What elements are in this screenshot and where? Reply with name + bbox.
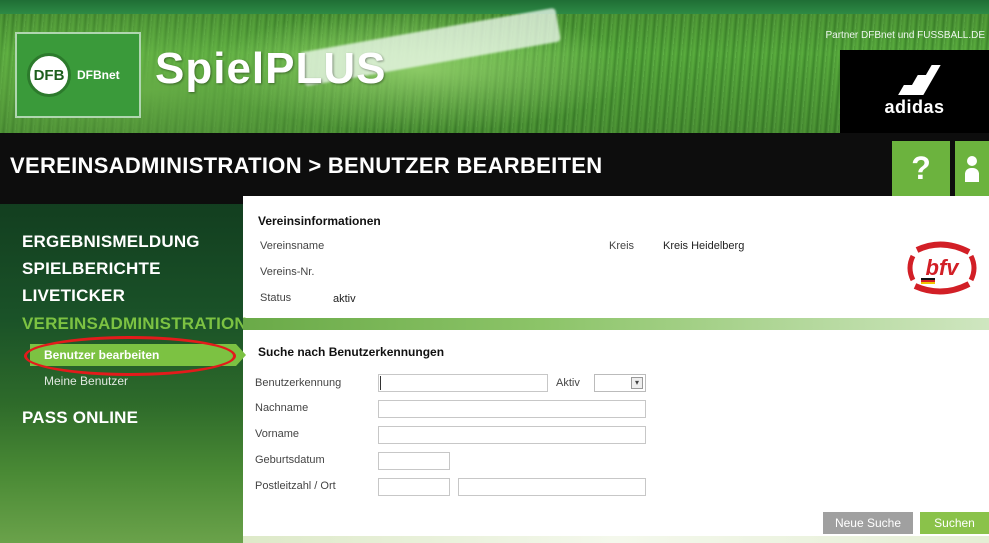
sidebar-subitem-meine-benutzer[interactable]: Meine Benutzer: [44, 374, 128, 388]
user-icon: [965, 155, 979, 182]
geburtsdatum-input[interactable]: [378, 452, 450, 470]
adidas-sponsor-logo[interactable]: adidas: [840, 50, 989, 133]
bottom-decoration: [243, 536, 989, 543]
status-value: aktiv: [333, 293, 356, 305]
search-button[interactable]: Suchen: [920, 512, 989, 534]
kreis-value: Kreis Heidelberg: [663, 240, 745, 252]
vorname-label: Vorname: [255, 428, 300, 440]
search-title: Suche nach Benutzerkennungen: [258, 345, 445, 359]
status-label: Status: [260, 292, 292, 304]
user-account-button[interactable]: [955, 141, 989, 196]
adidas-label: adidas: [884, 97, 945, 117]
new-search-button[interactable]: Neue Suche: [823, 512, 913, 534]
dfb-emblem-icon: DFB: [27, 53, 71, 97]
vereinsname-label: Vereinsname: [260, 240, 325, 252]
sidebar-top-border: [0, 196, 243, 204]
dfbnet-logo[interactable]: DFB DFBnet: [15, 32, 141, 118]
sidebar-item-ergebnismeldung[interactable]: ERGEBNISMELDUNG: [22, 232, 200, 252]
nachname-input[interactable]: [378, 400, 646, 418]
sidebar-item-vereinsadministration[interactable]: VEREINSADMINISTRATION: [22, 314, 247, 334]
sidebar-item-spielberichte[interactable]: SPIELBERICHTE: [22, 259, 161, 279]
page-titlebar: VEREINSADMINISTRATION > BENUTZER BEARBEI…: [0, 133, 989, 196]
header-banner: DFB DFBnet SpielPLUS Partner DFBnet und …: [0, 0, 989, 133]
benutzerkennung-input[interactable]: [378, 374, 548, 392]
nachname-label: Nachname: [255, 402, 309, 414]
section-divider: [243, 318, 989, 330]
dfbnet-logo-text: DFBnet: [77, 68, 120, 82]
aktiv-label: Aktiv: [556, 377, 580, 389]
bfv-logo-text: bfv: [926, 255, 961, 280]
plz-ort-label: Postleitzahl / Ort: [255, 480, 336, 492]
page-title: VEREINSADMINISTRATION > BENUTZER BEARBEI…: [10, 153, 603, 178]
benutzerkennung-label: Benutzerkennung: [255, 377, 342, 389]
vorname-input[interactable]: [378, 426, 646, 444]
help-button[interactable]: ?: [892, 141, 950, 196]
partner-text: Partner DFBnet und FUSSBALL.DE: [825, 30, 985, 41]
sidebar-item-liveticker[interactable]: LIVETICKER: [22, 286, 125, 306]
aktiv-select[interactable]: ▾: [594, 374, 646, 392]
text-caret: [380, 376, 381, 390]
adidas-stripes-icon: [897, 65, 941, 95]
bfv-logo: bfv: [907, 241, 977, 295]
plz-input[interactable]: [378, 478, 450, 496]
highlight-circle: [24, 336, 236, 376]
vereinsnr-label: Vereins-Nr.: [260, 266, 315, 278]
geburtsdatum-label: Geburtsdatum: [255, 454, 325, 466]
sidebar-item-pass-online[interactable]: PASS ONLINE: [22, 408, 138, 428]
ort-input[interactable]: [458, 478, 646, 496]
app-title: SpielPLUS: [155, 44, 387, 93]
vereinsinfo-title: Vereinsinformationen: [258, 214, 381, 228]
chevron-down-icon[interactable]: ▾: [631, 377, 643, 389]
kreis-label: Kreis: [609, 240, 635, 252]
help-icon: ?: [911, 150, 931, 186]
